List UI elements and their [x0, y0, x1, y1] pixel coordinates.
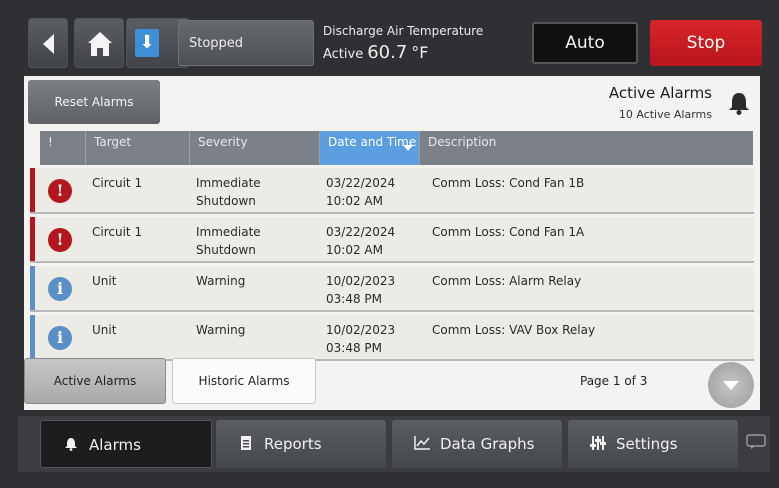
nav-alarms-label: Alarms: [89, 436, 141, 454]
page-down-button[interactable]: [708, 362, 754, 408]
home-icon: [88, 32, 112, 56]
temp-value: 60.7: [367, 42, 408, 63]
row-severity: Immediate Shutdown: [196, 223, 261, 259]
alarms-panel: Reset Alarms Active Alarms 10 Active Ala…: [24, 76, 760, 410]
col-date-time[interactable]: Date and Time: [320, 131, 420, 165]
nav-data-graphs[interactable]: Data Graphs: [392, 420, 562, 468]
severity-line1: Warning: [196, 274, 246, 288]
row-target: Circuit 1: [92, 176, 143, 190]
hvac-controller-screen: ⬇ Stopped Discharge Air Temperature Acti…: [0, 0, 779, 488]
severity-stripe: [30, 168, 35, 212]
severity-line2: Shutdown: [196, 194, 256, 208]
home-button[interactable]: [74, 18, 124, 68]
bottom-nav: Alarms Reports Data Graphs Settings: [18, 416, 770, 472]
col-severity[interactable]: Severity: [190, 131, 320, 165]
severity-stripe: [30, 266, 35, 310]
table-row[interactable]: ! Circuit 1 Immediate Shutdown 03/22/2024…: [30, 217, 754, 263]
tab-historic-alarms[interactable]: Historic Alarms: [172, 358, 316, 404]
row-date: 03/22/2024: [326, 176, 396, 190]
severity-line1: Warning: [196, 323, 246, 337]
table-header: ! Target Severity Date and Time Descript…: [40, 131, 753, 165]
severity-stripe: [30, 217, 35, 261]
chevron-down-icon: [723, 381, 739, 390]
row-description: Comm Loss: VAV Box Relay: [432, 323, 596, 337]
down-arrow-icon: ⬇: [135, 29, 159, 57]
row-severity: Immediate Shutdown: [196, 174, 261, 210]
row-target: Unit: [92, 274, 117, 288]
row-severity: Warning: [196, 272, 245, 290]
auto-button[interactable]: Auto: [532, 22, 638, 64]
table-row[interactable]: ! Circuit 1 Immediate Shutdown 03/22/2024…: [30, 168, 754, 214]
col-flag[interactable]: !: [40, 131, 86, 165]
back-button[interactable]: [28, 18, 68, 68]
table-row[interactable]: i Unit Warning 10/02/2023 03:48 PM Comm L…: [30, 315, 754, 361]
row-target: Unit: [92, 323, 117, 337]
row-time: 03:48 PM: [326, 341, 382, 355]
row-datetime: 10/02/2023 03:48 PM: [326, 272, 395, 308]
row-target: Circuit 1: [92, 225, 143, 239]
row-date: 10/02/2023: [326, 274, 396, 288]
row-time: 10:02 AM: [326, 194, 383, 208]
alert-error-icon: !: [48, 228, 72, 252]
info-icon: i: [48, 326, 72, 350]
chat-icon[interactable]: [746, 434, 766, 450]
table-row[interactable]: i Unit Warning 10/02/2023 03:48 PM Comm L…: [30, 266, 754, 312]
panel-title: Active Alarms: [608, 84, 712, 102]
temp-state: Active: [323, 47, 364, 62]
page-indicator: Page 1 of 3: [580, 374, 648, 388]
alarm-list: ! Circuit 1 Immediate Shutdown 03/22/2024…: [30, 168, 754, 364]
active-alarm-count: 10 Active Alarms: [618, 108, 712, 121]
row-datetime: 03/22/2024 10:02 AM: [326, 174, 395, 210]
row-datetime: 10/02/2023 03:48 PM: [326, 321, 395, 357]
nav-reports-label: Reports: [264, 435, 322, 453]
row-time: 03:48 PM: [326, 292, 382, 306]
severity-line2: Shutdown: [196, 243, 256, 257]
top-bar: ⬇ Stopped Discharge Air Temperature Acti…: [18, 18, 763, 70]
temp-readout: Active 60.7 °F: [323, 42, 429, 63]
col-description[interactable]: Description: [420, 131, 753, 165]
temp-label: Discharge Air Temperature: [323, 24, 484, 38]
nav-settings[interactable]: Settings: [568, 420, 738, 468]
info-icon: i: [48, 277, 72, 301]
sliders-icon: [590, 436, 606, 450]
sort-desc-icon: [403, 145, 413, 151]
severity-line1: Immediate: [196, 176, 261, 190]
reset-alarms-button[interactable]: Reset Alarms: [28, 80, 160, 124]
row-description: Comm Loss: Alarm Relay: [432, 274, 582, 288]
tab-active-alarms[interactable]: Active Alarms: [24, 358, 166, 404]
stop-button[interactable]: Stop: [650, 20, 762, 66]
back-arrow-icon: [43, 34, 54, 54]
col-target[interactable]: Target: [86, 131, 190, 165]
nav-graphs-label: Data Graphs: [440, 435, 535, 453]
row-severity: Warning: [196, 321, 245, 339]
document-icon: [241, 436, 251, 450]
alert-error-icon: !: [48, 179, 72, 203]
bell-icon: [729, 93, 749, 115]
row-date: 10/02/2023: [326, 323, 396, 337]
row-datetime: 03/22/2024 10:02 AM: [326, 223, 395, 259]
severity-line1: Immediate: [196, 225, 261, 239]
nav-settings-label: Settings: [616, 435, 678, 453]
chart-icon: [414, 436, 430, 450]
unit-status[interactable]: Stopped: [178, 20, 314, 66]
row-description: Comm Loss: Cond Fan 1B: [432, 176, 585, 190]
row-description: Comm Loss: Cond Fan 1A: [432, 225, 585, 239]
row-date: 03/22/2024: [326, 225, 396, 239]
temp-unit: °F: [411, 43, 429, 62]
bell-icon: [65, 438, 77, 451]
nav-reports[interactable]: Reports: [216, 420, 386, 468]
severity-stripe: [30, 315, 35, 359]
nav-alarms[interactable]: Alarms: [40, 420, 212, 468]
row-time: 10:02 AM: [326, 243, 383, 257]
